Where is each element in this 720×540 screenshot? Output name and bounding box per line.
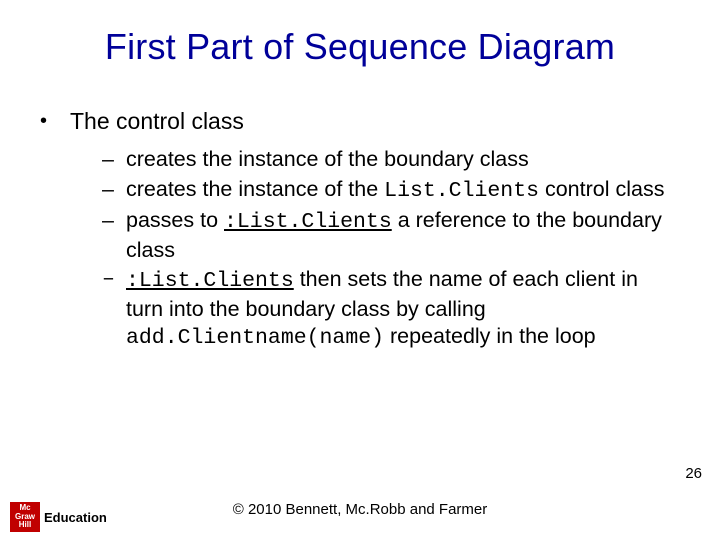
bullet-dot: •: [40, 106, 70, 136]
sub-text: creates the instance of the List.Clients…: [126, 176, 680, 206]
dash-icon: –: [102, 146, 126, 174]
logo-mark-icon: Mc Graw Hill: [10, 502, 40, 532]
dash-icon: –: [102, 176, 126, 206]
page-number: 26: [685, 465, 702, 482]
bullet-main: • The control class: [40, 106, 680, 136]
sub-bullet: – creates the instance of the boundary c…: [102, 146, 680, 174]
code-text: add.Clientname(name): [126, 326, 384, 350]
sub-text: passes to :List.Clients a reference to t…: [126, 207, 680, 264]
publisher-logo: Mc Graw Hill Education: [10, 502, 107, 532]
sub-bullet: – :List.Clients then sets the name of ea…: [102, 266, 680, 353]
copyright-text: © 2010 Bennett, Mc.Robb and Farmer: [0, 501, 720, 518]
sub-bullet-list: – creates the instance of the boundary c…: [40, 146, 680, 353]
sub-text: :List.Clients then sets the name of each…: [126, 266, 680, 353]
sub-text: creates the instance of the boundary cla…: [126, 146, 680, 174]
logo-word: Education: [44, 510, 107, 525]
dash-icon: –: [102, 266, 126, 353]
dash-icon: –: [102, 207, 126, 264]
sub-bullet: – creates the instance of the List.Clien…: [102, 176, 680, 206]
slide-title: First Part of Sequence Diagram: [0, 0, 720, 86]
code-text: :List.Clients: [224, 210, 392, 234]
code-text: List.Clients: [384, 179, 539, 203]
slide-body: • The control class – creates the instan…: [0, 86, 720, 353]
sub-bullet: – passes to :List.Clients a reference to…: [102, 207, 680, 264]
code-text: :List.Clients: [126, 269, 294, 293]
bullet-main-text: The control class: [70, 106, 244, 136]
